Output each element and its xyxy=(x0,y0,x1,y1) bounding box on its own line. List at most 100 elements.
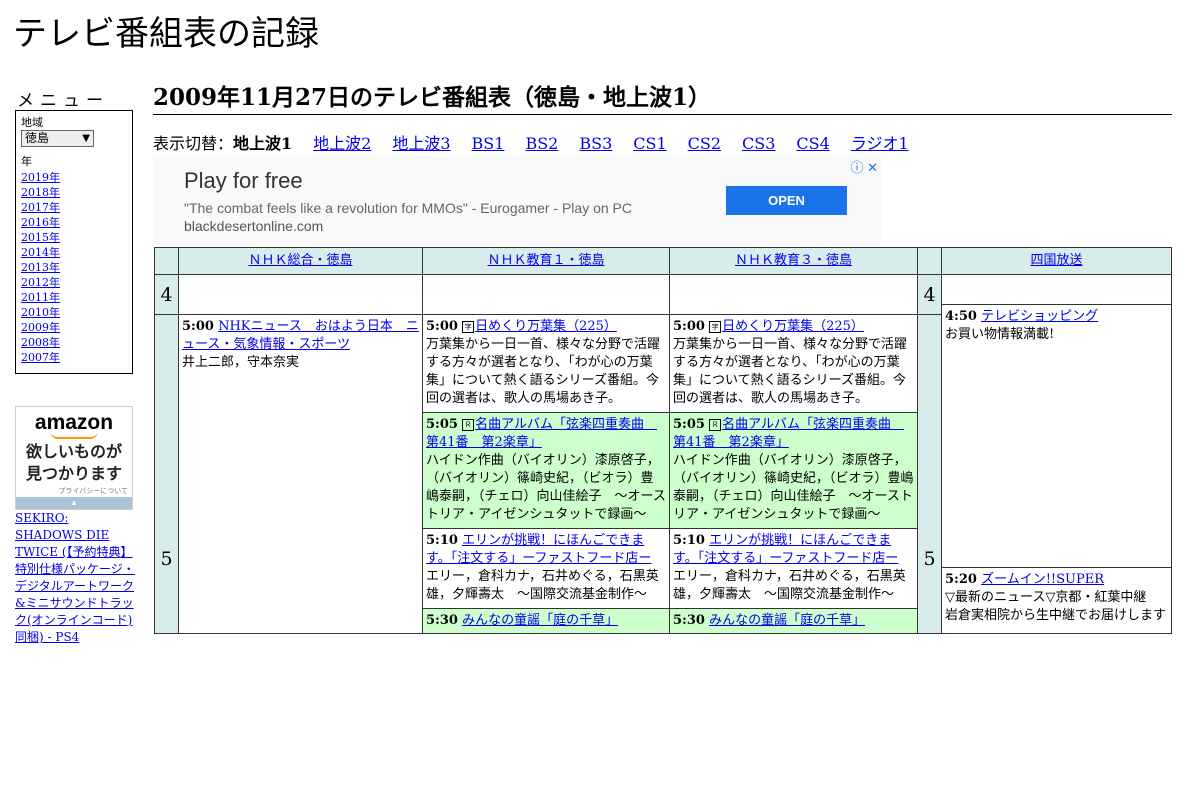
hour-cell-5: 5 xyxy=(917,314,942,634)
year-link-2013[interactable]: 2013年 xyxy=(21,260,127,275)
channel-link[interactable]: ＮＨＫ教育１・徳島 xyxy=(487,253,604,268)
switch-link-radio1[interactable]: ラジオ1 xyxy=(851,134,909,153)
channel-link[interactable]: ＮＨＫ総合・徳島 xyxy=(248,253,352,268)
program-cell: 5:05 Ｒ 名曲アルバム「弦楽四重奏曲 第41番 第2楽章」 ハイドン作曲（バイ… xyxy=(422,412,670,529)
year-link-2014[interactable]: 2014年 xyxy=(21,245,127,260)
program-cell: 5:10 エリンが挑戦！にほんごできます。「注文する」ーファストフード店ー エリ… xyxy=(422,528,670,609)
switch-link-bs2[interactable]: BS2 xyxy=(525,134,558,153)
menu-heading: メニュー xyxy=(17,91,109,111)
program-time: 5:05 xyxy=(673,417,705,432)
year-link-2018[interactable]: 2018年 xyxy=(21,185,127,200)
switch-link-bs1[interactable]: BS1 xyxy=(472,134,505,153)
program-cell: 5:05 Ｒ 名曲アルバム「弦楽四重奏曲 第41番 第2楽章」 ハイドン作曲（バイ… xyxy=(669,412,918,529)
hour-cell-4: 4 xyxy=(917,274,942,315)
year-link-2019[interactable]: 2019年 xyxy=(21,170,127,185)
year-link-2007[interactable]: 2007年 xyxy=(21,350,127,365)
year-link-2010[interactable]: 2010年 xyxy=(21,305,127,320)
program-title-link[interactable]: みんなの童謡「庭の千草」 xyxy=(709,613,865,628)
hour-cell-5: 5 xyxy=(154,314,179,634)
menu-panel: 地域 徳島 ▼ 年 2019年 2018年 2017年 2016年 2015年 … xyxy=(15,110,133,374)
program-time: 4:50 xyxy=(945,309,977,324)
program-title-link[interactable]: みんなの童謡「庭の千草」 xyxy=(462,613,618,628)
program-time: 5:00 xyxy=(426,319,458,334)
caption-icon: 字 xyxy=(709,321,722,333)
side-ad[interactable]: amazon 欲しいものが 見つかります プライバシーについて ▲ xyxy=(15,406,133,510)
region-label: 地域 xyxy=(21,116,43,129)
banner-ad-domain: blackdesertonline.com xyxy=(184,218,324,234)
year-link-2012[interactable]: 2012年 xyxy=(21,275,127,290)
program-cell: 5:00 字日めくり万葉集（225） 万葉集から一日一首、様々な分野で活躍する方… xyxy=(669,314,918,413)
switch-link-cs3[interactable]: CS3 xyxy=(742,134,775,153)
year-label: 年 xyxy=(21,155,32,168)
amazon-logo: amazon xyxy=(34,411,114,434)
program-desc: ハイドン作曲（バイオリン）漆原啓子，（バイオリン）篠崎史紀，（ビオラ）豊嶋泰嗣，… xyxy=(673,453,914,522)
side-ad-line1: 欲しいものが xyxy=(25,444,122,461)
hour-cell-4: 4 xyxy=(154,274,179,315)
program-title-link[interactable]: 名曲アルバム「弦楽四重奏曲 第41番 第2楽章」 xyxy=(673,417,904,450)
program-cell: 5:30 みんなの童謡「庭の千草」 xyxy=(422,608,670,634)
empty-slot xyxy=(669,274,918,315)
program-desc: 井上二郎，守本奈実 xyxy=(182,355,300,370)
program-time: 5:30 xyxy=(673,613,705,628)
banner-ad-open-button[interactable]: OPEN xyxy=(726,186,847,215)
program-cell: 5:20 ズームイン!!SUPER ▽最新のニュース▽京都・紅葉中継 岩倉実相院… xyxy=(941,567,1172,634)
switch-link-chijo2[interactable]: 地上波2 xyxy=(313,134,371,153)
program-title-link[interactable]: 日めくり万葉集（225） xyxy=(475,319,617,334)
program-title-link[interactable]: 日めくり万葉集（225） xyxy=(722,319,864,334)
program-time: 5:20 xyxy=(945,572,977,587)
year-link-2015[interactable]: 2015年 xyxy=(21,230,127,245)
hour-header-spacer xyxy=(917,247,942,275)
program-title-link[interactable]: エリンが挑戦！にほんごできます。「注文する」ーファストフード店ー xyxy=(426,533,651,566)
program-cell: 5:10 エリンが挑戦！にほんごできます。「注文する」ーファストフード店ー エリ… xyxy=(669,528,918,609)
switcher-label: 表示切替： xyxy=(153,134,234,153)
channel-header-shikoku: 四国放送 xyxy=(941,247,1172,275)
switch-link-cs1[interactable]: CS1 xyxy=(633,134,666,153)
switch-link-chijo3[interactable]: 地上波3 xyxy=(392,134,450,153)
switch-link-cs2[interactable]: CS2 xyxy=(688,134,721,153)
program-desc: 万葉集から一日一首、様々な分野で活躍する方々が選者となり、「わが心の万葉集」につ… xyxy=(426,337,661,406)
year-link-2011[interactable]: 2011年 xyxy=(21,290,127,305)
program-time: 5:05 xyxy=(426,417,458,432)
channel-link[interactable]: ＮＨＫ教育３・徳島 xyxy=(735,253,852,268)
program-cell: 5:00 NHKニュース おはよう日本 ニュース・気象情報・スポーツ 井上二郎，… xyxy=(178,314,423,634)
program-desc: ハイドン作曲（バイオリン）漆原啓子，（バイオリン）篠崎史紀，（ビオラ）豊嶋泰嗣，… xyxy=(426,453,666,522)
switch-link-bs3[interactable]: BS3 xyxy=(579,134,612,153)
side-ad-line2: 見つかります xyxy=(25,466,122,483)
rerun-icon: Ｒ xyxy=(709,419,722,431)
year-link-2009[interactable]: 2009年 xyxy=(21,320,127,335)
channel-header-nhk-kyoiku3: ＮＨＫ教育３・徳島 xyxy=(669,247,918,275)
adchoices-close-icon[interactable]: ⓘ ✕ xyxy=(850,157,878,176)
switch-link-cs4[interactable]: CS4 xyxy=(796,134,829,153)
program-desc: エリー，倉科カナ，石井めぐる，石黒英雄，夕輝壽太 ～国際交流基金制作～ xyxy=(673,569,906,602)
expand-arrow-icon[interactable]: ▲ xyxy=(16,497,132,509)
program-title-link[interactable]: 名曲アルバム「弦楽四重奏曲 第41番 第2楽章」 xyxy=(426,417,657,450)
program-title-link[interactable]: テレビショッピング xyxy=(981,309,1098,324)
region-select[interactable]: 徳島 ▼ xyxy=(21,130,94,147)
empty-slot xyxy=(178,274,423,315)
program-desc: お買い物情報満載! xyxy=(945,327,1055,342)
program-cell: 5:30 みんなの童謡「庭の千草」 xyxy=(669,608,918,634)
program-title-link[interactable]: ズームイン!!SUPER xyxy=(981,572,1104,587)
year-list: 2019年 2018年 2017年 2016年 2015年 2014年 2013… xyxy=(21,170,127,365)
channel-link[interactable]: 四国放送 xyxy=(1030,253,1082,268)
program-desc: エリー，倉科カナ，石井めぐる，石黒英雄，夕輝壽太 ～国際交流基金制作～ xyxy=(426,569,659,602)
page-heading: 2009年11月27日のテレビ番組表（徳島・地上波1） xyxy=(153,84,1172,115)
region-select-value: 徳島 xyxy=(25,131,50,145)
program-title-link[interactable]: NHKニュース おはよう日本 ニュース・気象情報・スポーツ xyxy=(182,319,419,352)
program-time: 5:00 xyxy=(182,319,214,334)
channel-header-nhk-kyoiku1: ＮＨＫ教育１・徳島 xyxy=(422,247,670,275)
channel-switcher: 表示切替：地上波1 地上波2 地上波3 BS1 BS2 BS3 CS1 CS2 CS3 CS4 ラジ… xyxy=(153,134,930,154)
program-time: 5:30 xyxy=(426,613,458,628)
program-time: 5:10 xyxy=(426,533,458,548)
program-time: 5:10 xyxy=(673,533,705,548)
year-link-2016[interactable]: 2016年 xyxy=(21,215,127,230)
side-ad-privacy[interactable]: プライバシーについて xyxy=(16,486,132,496)
banner-ad-headline: Play for free xyxy=(184,168,303,193)
year-link-2017[interactable]: 2017年 xyxy=(21,200,127,215)
program-title-link[interactable]: エリンが挑戦！にほんごできます。「注文する」ーファストフード店ー xyxy=(673,533,898,566)
year-link-2008[interactable]: 2008年 xyxy=(21,335,127,350)
banner-ad[interactable]: ⓘ ✕ Play for free "The combat feels like… xyxy=(153,156,881,246)
product-link[interactable]: SEKIRO: SHADOWS DIE TWICE (【予約特典】特別仕様パッケ… xyxy=(15,510,137,646)
dropdown-arrow-icon: ▼ xyxy=(82,133,90,144)
empty-slot xyxy=(422,274,670,315)
